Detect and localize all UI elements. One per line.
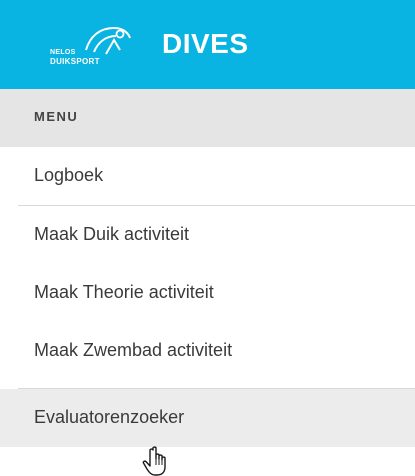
sidebar-header: NELOS DUIKSPORT DIVES	[0, 0, 415, 89]
nelos-logo[interactable]: NELOS DUIKSPORT	[50, 24, 142, 68]
menu-item-evaluatorenzoeker[interactable]: Evaluatorenzoeker	[0, 389, 415, 447]
menu-item-label: Maak Zwembad activiteit	[34, 340, 233, 360]
logo-text-duiksport: DUIKSPORT	[50, 57, 100, 66]
hand-pointer-icon	[142, 446, 166, 476]
menu-item-label: Maak Duik activiteit	[34, 224, 190, 244]
menu-item-maak-duik-activiteit[interactable]: Maak Duik activiteit	[0, 206, 415, 264]
diver-logo-icon	[85, 26, 131, 55]
app-sidebar: NELOS DUIKSPORT DIVES MENU Logboek Maak …	[0, 0, 415, 476]
menu-item-maak-zwembad-activiteit[interactable]: Maak Zwembad activiteit	[0, 322, 415, 380]
menu-heading: MENU	[0, 89, 415, 147]
menu-item-label: Evaluatorenzoeker	[34, 407, 185, 427]
app-title: DIVES	[162, 28, 249, 59]
menu-item-label: Maak Theorie activiteit	[34, 282, 214, 302]
menu-item-logboek[interactable]: Logboek	[0, 147, 415, 205]
menu-heading-label: MENU	[34, 109, 79, 124]
menu-item-maak-theorie-activiteit[interactable]: Maak Theorie activiteit	[0, 264, 415, 322]
menu-item-label: Logboek	[34, 165, 104, 185]
logo-text-nelos: NELOS	[50, 49, 76, 56]
